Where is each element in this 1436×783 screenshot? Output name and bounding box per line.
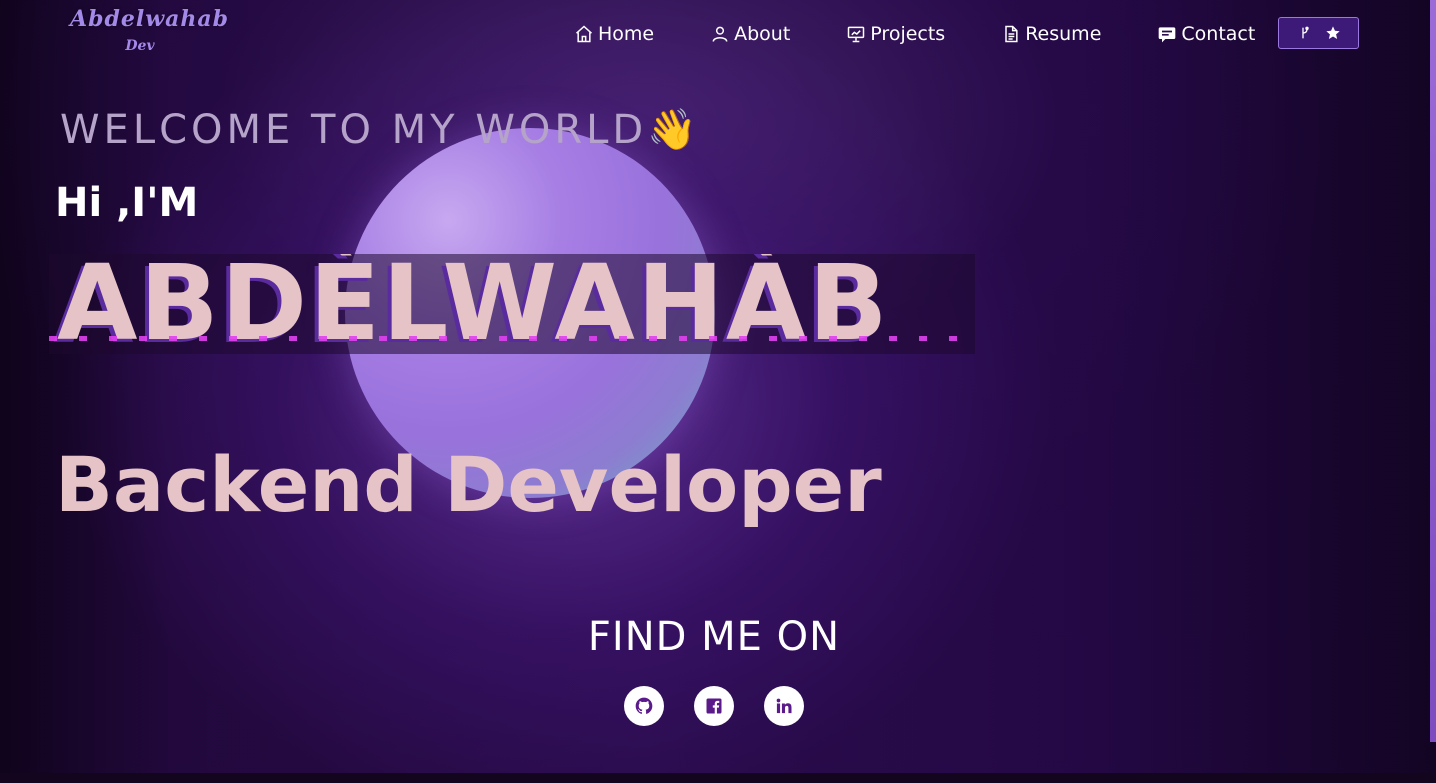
nav-projects-label: Projects [870, 23, 946, 45]
nav-home[interactable]: Home [574, 23, 654, 45]
facebook-icon [706, 698, 722, 714]
portfolio-page: Abdelwahab Dev Home About Projects Resum… [0, 0, 1436, 783]
home-icon [576, 25, 592, 43]
main-nav: Home About Projects Resume Contact [574, 18, 1255, 50]
nav-about-label: About [734, 23, 791, 45]
nav-home-label: Home [598, 23, 655, 45]
linkedin-link[interactable] [764, 686, 804, 726]
nav-resume[interactable]: Resume [1001, 23, 1101, 45]
git-fork-icon [1301, 26, 1309, 39]
role-typewriter: Backend Developer [55, 440, 882, 529]
wave-emoji-icon: 👋 [647, 107, 702, 153]
document-icon [1005, 25, 1018, 43]
user-icon [712, 26, 728, 42]
name-banner: ABDÈLWAHÀB [49, 254, 975, 354]
nav-contact-label: Contact [1181, 23, 1256, 45]
presentation-icon [848, 26, 865, 43]
message-icon [1159, 27, 1176, 43]
github-fork-button[interactable] [1278, 17, 1359, 49]
star-icon [1325, 26, 1340, 39]
logo-subtitle: Dev [125, 38, 155, 54]
logo-title: Abdelwahab [70, 6, 230, 32]
welcome-heading: WELCOME TO MY WORLD👋 [60, 106, 701, 153]
github-icon [635, 697, 653, 714]
page-scrollbar[interactable] [1430, 0, 1436, 742]
facebook-link[interactable] [694, 686, 734, 726]
nav-about[interactable]: About [710, 23, 790, 45]
name-glow-underline [49, 336, 975, 341]
nav-projects[interactable]: Projects [846, 23, 945, 45]
find-me-heading: FIND ME ON [587, 614, 841, 660]
linkedin-icon [776, 698, 792, 714]
github-link[interactable] [624, 686, 664, 726]
welcome-text: WELCOME TO MY WORLD [60, 107, 648, 153]
nav-contact[interactable]: Contact [1157, 23, 1255, 45]
social-links [624, 686, 804, 726]
nav-resume-label: Resume [1025, 23, 1102, 45]
site-logo[interactable]: Abdelwahab Dev [70, 6, 230, 54]
greeting-text: Hi ,I'M [55, 180, 199, 226]
page-bottom-edge [0, 773, 1436, 783]
